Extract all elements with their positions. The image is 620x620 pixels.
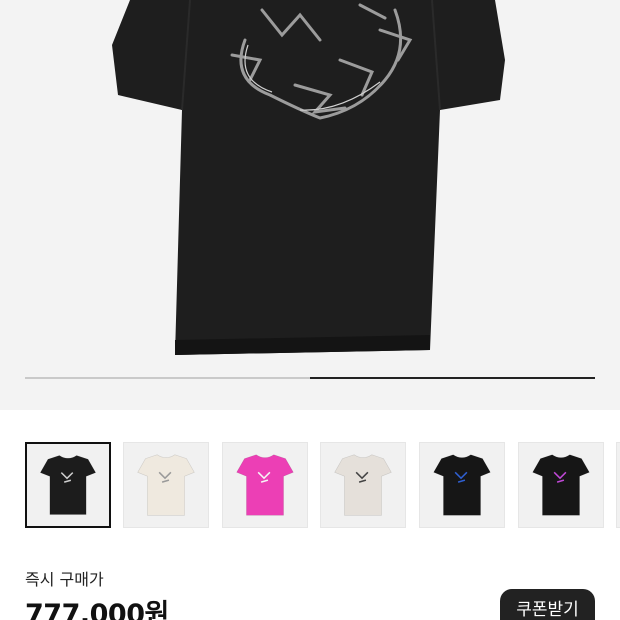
thumbnail-item[interactable] (320, 442, 406, 528)
get-coupon-button[interactable]: 쿠폰받기 (500, 589, 595, 620)
t-shirt-thumbnail-image (532, 454, 590, 516)
thumbnail-item-partial[interactable] (616, 442, 620, 528)
t-shirt-thumbnail-image (334, 454, 392, 516)
t-shirt-image (112, 0, 505, 355)
instant-price-label: 즉시 구매가 (25, 570, 104, 589)
price-value: 777,000원 (25, 599, 169, 620)
thumbnail-item[interactable] (518, 442, 604, 528)
t-shirt-thumbnail-image (39, 455, 97, 515)
t-shirt-thumbnail-image (433, 454, 491, 516)
thumbnail-item[interactable] (419, 442, 505, 528)
image-carousel-progress-fill (310, 377, 595, 379)
thumbnail-item[interactable] (123, 442, 209, 528)
t-shirt-thumbnail-image (137, 454, 195, 516)
product-image[interactable] (0, 0, 620, 410)
thumbnail-item[interactable] (222, 442, 308, 528)
thumbnail-strip[interactable] (0, 410, 620, 544)
image-carousel-progress (25, 377, 595, 379)
thumbnail-item[interactable] (25, 442, 111, 528)
t-shirt-thumbnail-image (236, 454, 294, 516)
